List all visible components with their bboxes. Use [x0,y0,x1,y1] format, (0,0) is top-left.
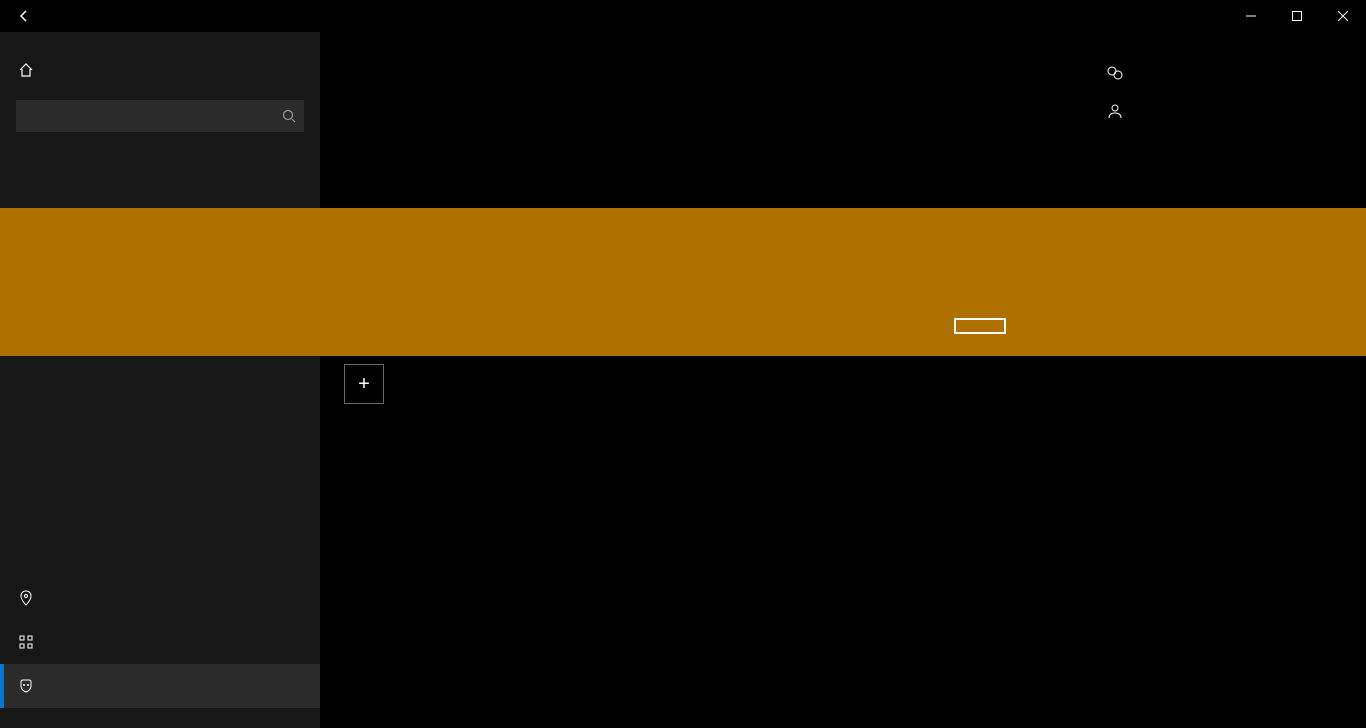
right-links [1106,64,1326,140]
help-icon [1106,64,1124,82]
error-message [360,256,940,284]
main-content: + [320,32,1366,728]
error-banner [0,208,1366,356]
home-nav[interactable] [0,48,320,92]
sidebar-item-insider[interactable] [0,664,320,708]
search-icon [282,109,296,123]
home-icon [16,62,36,78]
feedback-link[interactable] [1106,102,1326,120]
back-button[interactable] [0,0,48,32]
close-button[interactable] [1320,0,1366,32]
insider-icon [16,678,36,694]
error-close-button[interactable] [954,318,1006,334]
sidebar-item-developers[interactable] [0,620,320,664]
sidebar-item-find-device[interactable] [0,576,320,620]
developer-icon [16,634,36,650]
window-controls [1228,0,1366,32]
sidebar [0,32,320,728]
titlebar [0,0,1366,32]
feedback-icon [1106,102,1124,120]
sidebar-section-title [0,148,320,172]
link-account-button[interactable]: + [344,364,384,404]
minimize-button[interactable] [1228,0,1274,32]
search-input[interactable] [16,100,304,132]
get-help-link[interactable] [1106,64,1326,82]
location-icon [16,590,36,606]
plus-icon: + [358,373,370,396]
maximize-button[interactable] [1274,0,1320,32]
